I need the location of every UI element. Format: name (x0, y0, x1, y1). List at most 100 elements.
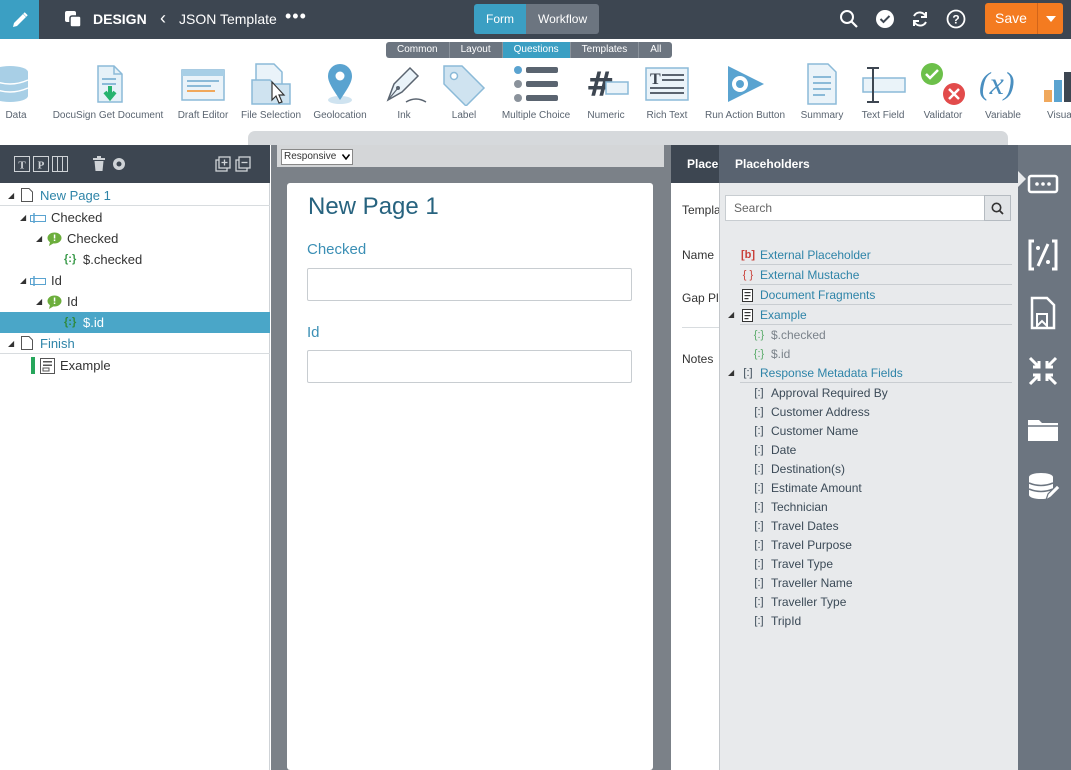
tab-templates[interactable]: Templates (571, 42, 640, 58)
metadata-bracket-icon: [:] (754, 387, 764, 399)
help-icon[interactable]: ? (946, 9, 966, 29)
tree-item-checked-label[interactable]: ◢ Checked (0, 228, 270, 249)
tab-all[interactable]: All (639, 42, 672, 58)
expand-triangle-icon[interactable]: ◢ (728, 363, 734, 383)
more-options-button[interactable]: ••• (285, 6, 307, 27)
metadata-field[interactable]: [:] Approval Required By (751, 383, 1012, 403)
tool-multiple-choice[interactable]: Multiple Choice (500, 62, 572, 121)
placeholder-response-metadata-fields[interactable]: ◢ [:] Response Metadata Fields (728, 363, 1012, 383)
bookmark-doc-icon[interactable] (1026, 296, 1060, 330)
tab-common[interactable]: Common (386, 42, 450, 58)
layout-select[interactable]: Responsive (281, 149, 353, 165)
collapse-arrows-icon[interactable] (1026, 354, 1060, 388)
metadata-field[interactable]: [:] Technician (751, 497, 1012, 517)
metadata-field[interactable]: [:] Travel Purpose (751, 535, 1012, 555)
search-icon[interactable] (839, 9, 859, 29)
metadata-field[interactable]: [:] Traveller Name (751, 573, 1012, 593)
tool-run-action-button[interactable]: Run Action Button (703, 62, 787, 121)
copy-icon[interactable] (215, 156, 231, 172)
folder-icon[interactable] (1026, 412, 1060, 446)
expand-triangle-icon[interactable]: ◢ (20, 270, 26, 291)
columns-view-icon[interactable] (52, 156, 68, 172)
checked-input[interactable] (307, 268, 632, 301)
refresh-icon[interactable] (910, 9, 930, 29)
expand-triangle-icon[interactable]: ◢ (36, 228, 42, 249)
expand-triangle-icon[interactable]: ◢ (728, 305, 734, 325)
back-chevron-icon[interactable]: ‹ (160, 8, 166, 29)
placeholder-icon[interactable] (1026, 167, 1060, 201)
collapse-icon[interactable] (235, 156, 251, 172)
settings-icon[interactable] (112, 157, 126, 171)
function-icon: (x) (979, 65, 1015, 101)
expand-triangle-icon[interactable]: ◢ (20, 207, 26, 228)
tool-summary[interactable]: Summary (798, 62, 846, 121)
metadata-field[interactable]: [:] Customer Address (751, 402, 1012, 422)
tag-icon (443, 65, 486, 106)
expand-triangle-icon[interactable]: ◢ (36, 291, 42, 312)
tree-item-new-page-1[interactable]: ◢ New Page 1 (0, 185, 270, 206)
tree-item-finish[interactable]: ◢ Finish (0, 333, 270, 354)
tree-item-id-label[interactable]: ◢ Id (0, 291, 270, 312)
check-circle-icon[interactable] (875, 9, 895, 29)
tool-ink[interactable]: Ink (378, 62, 430, 121)
tree-item-checked-field[interactable]: ◢ Checked (0, 207, 270, 228)
placeholder-external-mustache[interactable]: { } External Mustache (740, 265, 1012, 285)
tool-data[interactable]: Data (0, 62, 32, 121)
summary-document-icon (807, 63, 837, 105)
delete-icon[interactable] (92, 156, 106, 172)
metadata-field[interactable]: [:] Estimate Amount (751, 478, 1012, 498)
tab-layout[interactable]: Layout (450, 42, 503, 58)
tree-item-example[interactable]: Example (0, 355, 270, 376)
tab-questions[interactable]: Questions (502, 42, 571, 58)
metadata-bracket-icon: [:] (754, 444, 764, 456)
expand-triangle-icon[interactable]: ◢ (8, 333, 14, 354)
mustache-icon: {:} (64, 253, 77, 265)
placeholder-document-fragments[interactable]: Document Fragments (740, 285, 1012, 305)
document-title[interactable]: JSON Template (179, 11, 277, 27)
expand-triangle-icon[interactable]: ◢ (8, 185, 14, 206)
text-view-icon[interactable]: T (14, 156, 30, 172)
tool-rich-text[interactable]: T Rich Text (644, 62, 690, 121)
metadata-field[interactable]: [:] Traveller Type (751, 592, 1012, 612)
metadata-field[interactable]: [:] Date (751, 440, 1012, 460)
tree-item-id-mustache[interactable]: {:} $.id (0, 312, 270, 333)
tool-variable[interactable]: (x) Variable (977, 62, 1029, 121)
metadata-bracket-icon: [:] (754, 615, 764, 627)
metadata-field[interactable]: [:] Travel Type (751, 554, 1012, 574)
save-options-dropdown[interactable] (1037, 3, 1063, 34)
tool-text-field[interactable]: Text Field (858, 62, 908, 121)
metadata-field[interactable]: [:] Customer Name (751, 421, 1012, 441)
tool-file-selection[interactable]: File Selection (241, 62, 301, 121)
tool-draft-editor[interactable]: Draft Editor (176, 62, 230, 121)
form-mode-button[interactable]: Form (474, 4, 526, 34)
toolbox-scrollbar[interactable] (248, 131, 1008, 145)
question-label-id: Id (307, 324, 320, 341)
placeholder-example[interactable]: ◢ Example (728, 305, 1012, 325)
placeholder-external-placeholder[interactable]: [b] External Placeholder (740, 245, 1012, 265)
tool-docusign-get-document[interactable]: DocuSign Get Document (52, 62, 164, 121)
tool-label-question[interactable]: Label (440, 62, 488, 121)
tool-geolocation[interactable]: Geolocation (311, 62, 369, 121)
tool-visual[interactable]: Visua (1040, 62, 1071, 121)
placeholder-checked-mustache[interactable]: {:} $.checked (751, 325, 1012, 345)
property-gap-placeholder-label: Gap Pla (682, 291, 719, 305)
tree-item-checked-mustache[interactable]: {:} $.checked (0, 249, 270, 270)
database-edit-icon[interactable] (1026, 470, 1060, 504)
metadata-field[interactable]: [:] Destination(s) (751, 459, 1012, 479)
tool-validator[interactable]: Validator (918, 62, 968, 121)
id-input[interactable] (307, 350, 632, 383)
edit-pencil-button[interactable] (0, 0, 39, 39)
app-name: DESIGN (93, 11, 147, 27)
placeholder-search-input[interactable]: Search (725, 195, 985, 221)
metadata-bracket-icon: [:] (754, 425, 764, 437)
page-view-icon[interactable]: P (33, 156, 49, 172)
metadata-field[interactable]: [:] TripId (751, 611, 1012, 631)
search-button[interactable] (984, 195, 1011, 221)
workflow-mode-button[interactable]: Workflow (526, 4, 600, 34)
tree-item-id-field[interactable]: ◢ Id (0, 270, 270, 291)
save-button[interactable]: Save (985, 3, 1037, 34)
mustache-tool-icon[interactable] (1026, 238, 1060, 272)
tool-numeric[interactable]: # Numeric (582, 62, 630, 121)
metadata-field[interactable]: [:] Travel Dates (751, 516, 1012, 536)
placeholder-id-mustache[interactable]: {:} $.id (751, 344, 1012, 364)
